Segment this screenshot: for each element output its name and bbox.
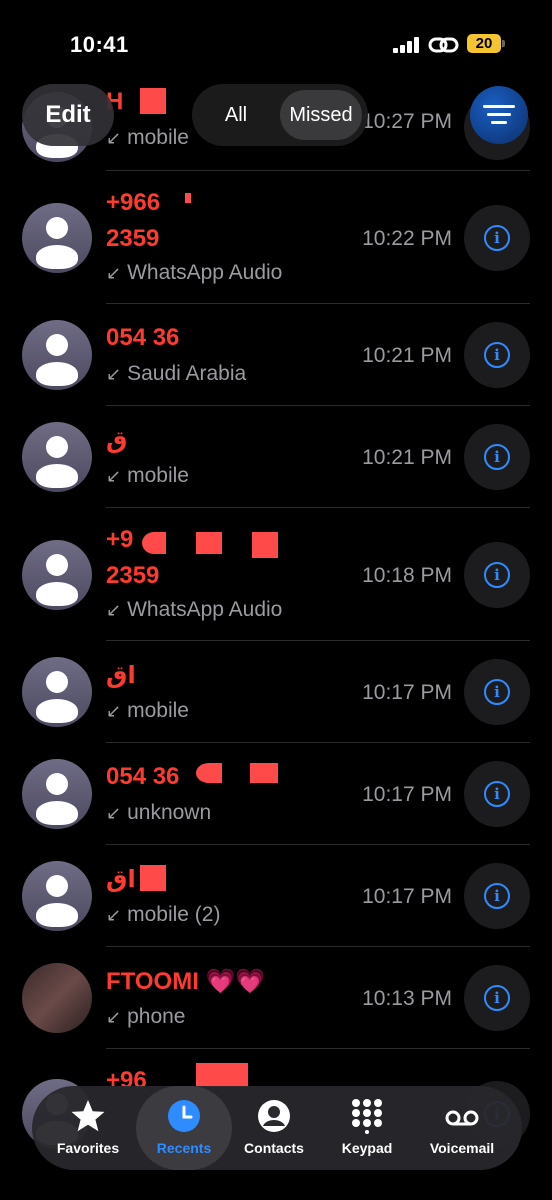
avatar (22, 422, 92, 492)
call-type: ↙ mobile (106, 699, 189, 722)
list-item[interactable]: اق ↙ mobile (2) 10:17 PM i (0, 845, 552, 946)
caller-name: ق (106, 427, 128, 454)
star-icon (71, 1100, 105, 1132)
clock-icon (168, 1100, 200, 1132)
call-type: ↙ WhatsApp Audio (106, 261, 283, 284)
info-icon: i (484, 562, 510, 588)
redaction (196, 532, 222, 554)
info-icon: i (484, 342, 510, 368)
tab-bar: Favorites Recents Contacts Keypad Voicem… (32, 1086, 522, 1170)
incoming-arrow-icon: ↙ (106, 905, 122, 925)
segment-missed[interactable]: Missed (280, 90, 362, 140)
tab-keypad[interactable]: Keypad (319, 1086, 415, 1170)
caller-number-line2: 2359 (106, 225, 160, 252)
contact-photo (22, 963, 92, 1033)
call-type: ↙ mobile (2) (106, 903, 221, 926)
call-time: 10:18 PM (362, 564, 452, 587)
info-button[interactable]: i (464, 659, 530, 725)
call-time: 10:21 PM (362, 446, 452, 469)
info-icon: i (484, 679, 510, 705)
info-icon: i (484, 985, 510, 1011)
tab-recents[interactable]: Recents (136, 1086, 232, 1170)
info-button[interactable]: i (464, 424, 530, 490)
info-button[interactable]: i (464, 322, 530, 388)
call-time: 10:21 PM (362, 344, 452, 367)
list-item[interactable]: ق ↙ mobile 10:21 PM i (0, 406, 552, 507)
tab-voicemail[interactable]: Voicemail (414, 1086, 510, 1170)
top-toolbar: Edit All Missed (0, 84, 552, 146)
redaction (140, 865, 166, 891)
avatar (22, 203, 92, 273)
call-type: ↙ phone (106, 1005, 186, 1028)
edit-button[interactable]: Edit (22, 84, 114, 146)
person-circle-icon (258, 1100, 290, 1132)
avatar (22, 657, 92, 727)
caller-number: 054 36 (106, 763, 180, 790)
caller-name: FTOOMI 💗💗 (106, 968, 266, 995)
call-type: ↙ mobile (106, 464, 189, 487)
incoming-arrow-icon: ↙ (106, 803, 122, 823)
caller-number: +9 (106, 526, 134, 553)
incoming-arrow-icon: ↙ (106, 263, 122, 283)
call-type: ↙ WhatsApp Audio (106, 598, 283, 621)
info-button[interactable]: i (464, 965, 530, 1031)
redaction (185, 193, 191, 203)
battery-icon: 20 (467, 34, 501, 53)
info-icon: i (484, 781, 510, 807)
filter-segmented-control: All Missed (192, 84, 368, 146)
call-time: 10:17 PM (362, 681, 452, 704)
personal-hotspot-icon (428, 37, 459, 53)
redaction (196, 1063, 248, 1087)
info-button[interactable]: i (464, 205, 530, 271)
redaction (252, 532, 278, 558)
avatar (22, 540, 92, 610)
caller-name: اق (106, 866, 136, 893)
status-bar: 10:41 20 (0, 0, 552, 80)
info-button[interactable]: i (464, 761, 530, 827)
caller-name: اق (106, 662, 136, 689)
call-time: 10:13 PM (362, 987, 452, 1010)
keypad-icon (352, 1099, 382, 1134)
incoming-arrow-icon: ↙ (106, 600, 122, 620)
info-icon: i (484, 225, 510, 251)
caller-number-line2: 2359 (106, 562, 160, 589)
tab-favorites[interactable]: Favorites (40, 1086, 136, 1170)
list-item[interactable]: +966 2359 ↙ WhatsApp Audio 10:22 PM i (0, 171, 552, 303)
filter-icon[interactable] (470, 86, 528, 144)
list-item[interactable]: 054 36 ↙ unknown 10:17 PM i (0, 743, 552, 844)
incoming-arrow-icon: ↙ (106, 1007, 122, 1027)
clock: 10:41 (70, 32, 129, 57)
tab-contacts[interactable]: Contacts (226, 1086, 322, 1170)
signal-icon (393, 37, 419, 53)
voicemail-icon (445, 1110, 479, 1126)
battery-cap (502, 40, 505, 47)
redaction (142, 532, 166, 554)
list-item[interactable]: اق ↙ mobile 10:17 PM i (0, 641, 552, 742)
info-icon: i (484, 444, 510, 470)
call-time: 10:22 PM (362, 227, 452, 250)
call-time: 10:17 PM (362, 885, 452, 908)
caller-number: +966 (106, 189, 161, 216)
redaction (196, 763, 222, 783)
incoming-arrow-icon: ↙ (106, 701, 122, 721)
call-type: ↙ unknown (106, 801, 212, 824)
avatar (22, 861, 92, 931)
segment-all[interactable]: All (202, 90, 270, 140)
list-item[interactable]: FTOOMI 💗💗 ↙ phone 10:13 PM i (0, 947, 552, 1048)
avatar (22, 320, 92, 390)
call-type: ↙ Saudi Arabia (106, 362, 247, 385)
incoming-arrow-icon: ↙ (106, 466, 122, 486)
info-button[interactable]: i (464, 542, 530, 608)
list-item[interactable]: 054 36 ↙ Saudi Arabia 10:21 PM i (0, 304, 552, 405)
redaction (250, 763, 278, 783)
avatar (22, 759, 92, 829)
list-item[interactable]: +9 2359 ↙ WhatsApp Audio 10:18 PM i (0, 508, 552, 640)
call-time: 10:17 PM (362, 783, 452, 806)
incoming-arrow-icon: ↙ (106, 364, 122, 384)
caller-number: 054 36 (106, 324, 180, 351)
info-icon: i (484, 883, 510, 909)
info-button[interactable]: i (464, 863, 530, 929)
